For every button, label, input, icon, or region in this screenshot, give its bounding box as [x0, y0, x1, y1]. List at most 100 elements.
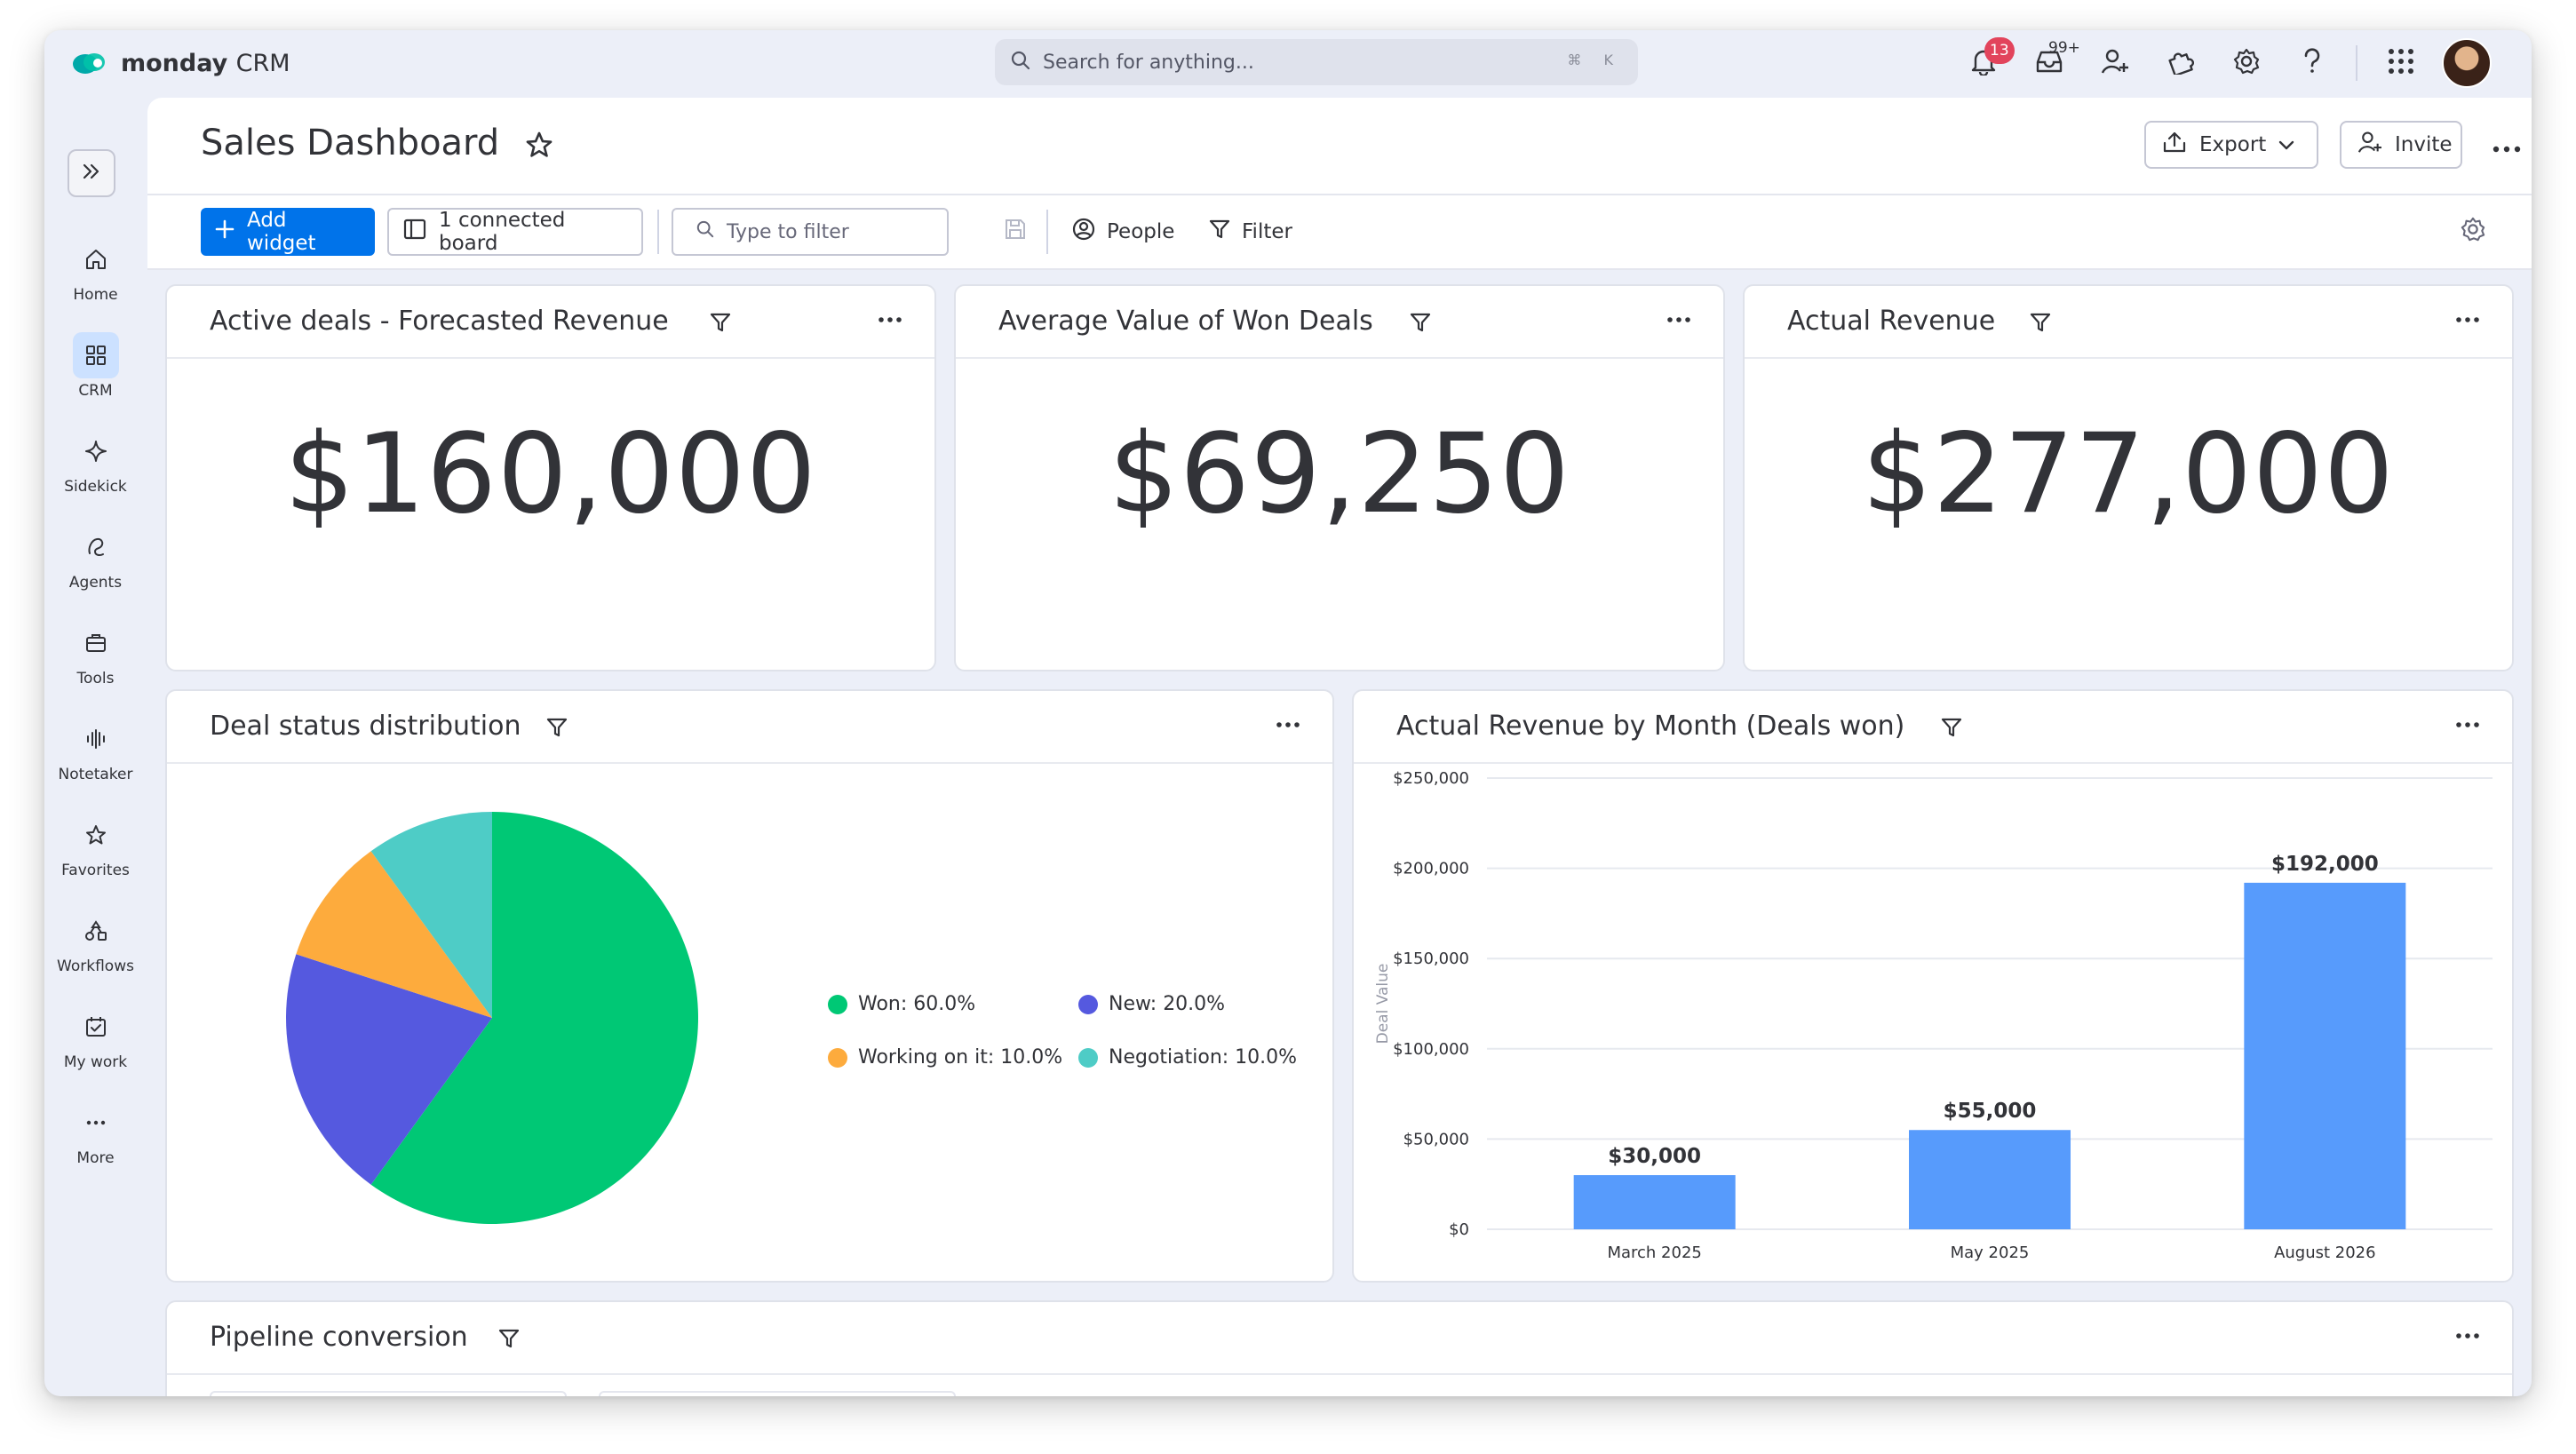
dashboard-settings-button[interactable] [2461, 208, 2485, 256]
widget-deal-status-distribution[interactable]: Deal status distribution Won: 60.0% New:… [165, 689, 1334, 1283]
rail-label: CRM [78, 382, 113, 400]
rail-item-my-work[interactable]: My work [44, 1004, 147, 1071]
y-tick-label: $0 [1449, 1220, 1469, 1239]
bar-value-label: $192,000 [2271, 853, 2379, 876]
board-icon [403, 218, 426, 245]
brand-product: CRM [235, 49, 290, 77]
profile-button[interactable] [2434, 37, 2500, 89]
brand-name: monday [121, 49, 228, 77]
help-button[interactable] [2279, 37, 2345, 89]
filter-button[interactable]: Filter [1208, 208, 1292, 256]
export-button[interactable]: Export [2144, 121, 2318, 169]
favorite-star-icon[interactable] [524, 130, 554, 163]
connected-board-button[interactable]: 1 connected board [387, 208, 643, 256]
save-view-button[interactable] [1004, 208, 1027, 256]
calendar-check-icon [73, 1004, 119, 1050]
search-bar[interactable]: Search for anything... ⌘ K [995, 39, 1638, 85]
avatar [2442, 38, 2492, 88]
deal-status-pie-chart [286, 812, 698, 1224]
double-chevron-right-icon [82, 163, 101, 183]
filter-input[interactable]: Type to filter [672, 208, 949, 256]
save-icon [1004, 218, 1027, 246]
inbox-button[interactable]: 99+ [2016, 37, 2082, 89]
plus-icon [215, 219, 235, 244]
people-label: People [1107, 220, 1175, 243]
legend-item[interactable]: Won: 60.0% [828, 993, 975, 1015]
widget-revenue-by-month[interactable]: Actual Revenue by Month (Deals won) $0 $5… [1352, 689, 2514, 1283]
widget-more-icon[interactable] [1666, 300, 1691, 330]
invite-members-button[interactable] [2082, 37, 2148, 89]
rail-item-sidekick[interactable]: Sidekick [44, 428, 147, 496]
widget-title: Deal status distribution [210, 711, 521, 742]
funnel-icon[interactable] [497, 1327, 521, 1354]
integrations-button[interactable] [2148, 37, 2214, 89]
notifications-button[interactable]: 13 [1951, 37, 2016, 89]
legend-item[interactable]: Working on it: 10.0% [828, 1046, 1062, 1069]
upload-icon [2162, 131, 2187, 159]
page-header: Sales Dashboard Export Invite [147, 98, 2532, 195]
widget-actual-revenue[interactable]: Actual Revenue $277,000 [1743, 284, 2514, 671]
widget-header: Average Value of Won Deals [956, 286, 1723, 359]
bar-value-label: $55,000 [1944, 1100, 2037, 1123]
legend-label: New: 20.0% [1109, 993, 1226, 1015]
rail-item-tools[interactable]: Tools [44, 620, 147, 687]
widget-more-icon[interactable] [878, 300, 902, 330]
search-placeholder: Search for anything... [1043, 51, 1254, 74]
settings-button[interactable] [2214, 37, 2279, 89]
widget-more-icon[interactable] [1276, 705, 1300, 735]
legend-item[interactable]: Negotiation: 10.0% [1078, 1046, 1297, 1069]
legend-dot [1078, 1047, 1098, 1068]
pipeline-stage-card [599, 1391, 956, 1396]
widget-header: Actual Revenue by Month (Deals won) [1354, 691, 2512, 764]
widget-more-icon[interactable] [2455, 705, 2480, 735]
widget-header: Pipeline conversion [167, 1302, 2512, 1375]
grid-icon [72, 332, 119, 378]
funnel-icon[interactable] [709, 311, 732, 338]
rail-label: Home [73, 286, 118, 304]
apps-button[interactable] [2368, 37, 2434, 89]
widget-average-won-value[interactable]: Average Value of Won Deals $69,250 [954, 284, 1725, 671]
invite-button[interactable]: Invite [2340, 121, 2462, 169]
widget-more-icon[interactable] [2455, 300, 2480, 330]
rail-item-home[interactable]: Home [44, 236, 147, 304]
funnel-icon[interactable] [1940, 716, 1963, 743]
question-icon [2302, 48, 2322, 78]
y-tick-label: $50,000 [1403, 1130, 1469, 1148]
people-filter-button[interactable]: People [1071, 208, 1174, 256]
widget-pipeline-conversion[interactable]: Pipeline conversion [165, 1300, 2514, 1396]
rail-label: Notetaker [58, 766, 133, 783]
search-shortcut: ⌘ K [1567, 52, 1622, 68]
widget-more-icon[interactable] [2455, 1316, 2480, 1346]
bar[interactable] [1573, 1175, 1736, 1229]
bar[interactable] [2244, 882, 2406, 1229]
rail-item-notetaker[interactable]: Notetaker [44, 716, 147, 783]
funnel-icon[interactable] [545, 716, 568, 743]
workflow-icon [73, 908, 119, 954]
add-widget-button[interactable]: Add widget [201, 208, 375, 256]
rail-item-favorites[interactable]: Favorites [44, 812, 147, 879]
toolbar-divider [657, 210, 659, 254]
dashboard-toolbar: Add widget 1 connected board Type to fil… [147, 195, 2532, 270]
bar[interactable] [1909, 1130, 2071, 1229]
monday-logo[interactable]: monday CRM [71, 46, 290, 80]
legend-item[interactable]: New: 20.0% [1078, 993, 1225, 1015]
funnel-icon [1208, 218, 1231, 246]
widget-title: Average Value of Won Deals [998, 306, 1373, 337]
notifications-badge: 13 [1984, 37, 2015, 64]
rail-item-workflows[interactable]: Workflows [44, 908, 147, 975]
export-label: Export [2199, 133, 2267, 156]
rail-item-crm[interactable]: CRM [44, 332, 147, 400]
page-more-button[interactable] [2493, 130, 2521, 161]
invite-label: Invite [2395, 133, 2453, 156]
expand-sidebar-button[interactable] [68, 149, 115, 197]
more-icon [2493, 130, 2521, 161]
pipeline-stage-card [210, 1391, 567, 1396]
y-tick-label: $150,000 [1393, 949, 1469, 968]
rail-item-agents[interactable]: Agents [44, 524, 147, 592]
widget-title: Actual Revenue [1787, 306, 1996, 337]
funnel-icon[interactable] [2029, 311, 2052, 338]
rail-item-more[interactable]: More [44, 1100, 147, 1167]
funnel-icon[interactable] [1409, 311, 1432, 338]
widget-forecast-revenue[interactable]: Active deals - Forecasted Revenue $160,0… [165, 284, 936, 671]
page-title: Sales Dashboard [201, 123, 500, 163]
